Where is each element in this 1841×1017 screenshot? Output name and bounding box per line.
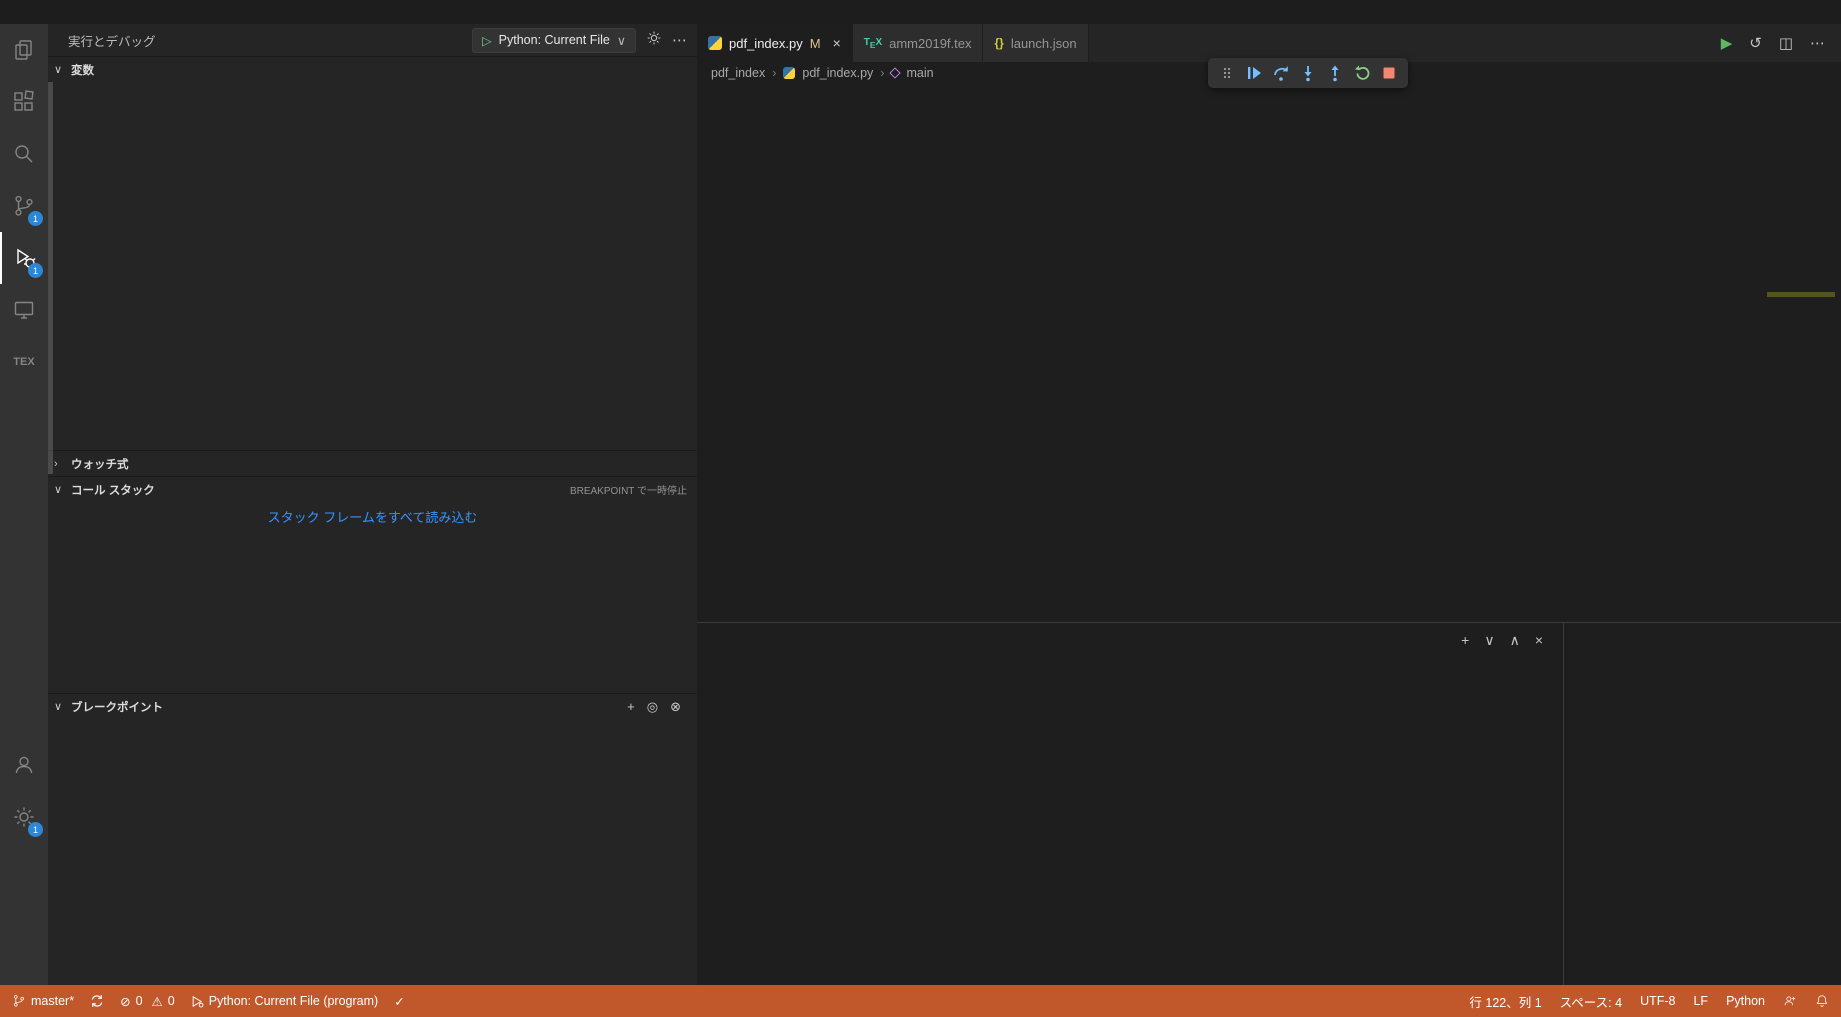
error-icon: ⊘ <box>120 994 130 1009</box>
timeline-history-icon[interactable]: ↺ <box>1749 34 1762 52</box>
variables-header-label: 変数 <box>71 62 94 78</box>
tab-label: launch.json <box>1011 36 1077 51</box>
chevron-right-icon: › <box>880 66 884 80</box>
code-editor[interactable] <box>697 84 1841 622</box>
debug-toolbar <box>1208 58 1408 88</box>
account-icon[interactable] <box>0 739 48 791</box>
section-chevron-icon: ∨ <box>54 700 66 713</box>
latex-workshop-icon[interactable]: TEX <box>0 336 48 388</box>
status-bar: master* ⊘0 ⚠0 Python: Current File (prog… <box>0 985 1841 1017</box>
explorer-icon[interactable] <box>0 24 48 76</box>
split-editor-icon[interactable]: ◫ <box>1779 34 1793 52</box>
settings-badge: 1 <box>28 822 43 837</box>
paused-on-breakpoint-note: BREAKPOINT で一時停止 <box>570 482 687 497</box>
problems-item[interactable]: ⊘0 ⚠0 <box>120 994 175 1009</box>
tex-file-icon: TEX <box>864 37 882 50</box>
python-file-icon <box>708 36 722 50</box>
feedback-icon[interactable] <box>1783 994 1797 1008</box>
section-chevron-icon: ∨ <box>54 483 66 496</box>
minimap[interactable] <box>1767 87 1835 619</box>
search-icon[interactable] <box>0 128 48 180</box>
maximize-panel-icon[interactable]: ∧ <box>1510 632 1520 649</box>
chevron-right-icon: › <box>772 66 776 80</box>
variables-list <box>48 82 697 450</box>
tab-pdf-index-py[interactable]: pdf_index.py M × <box>697 24 853 62</box>
debug-config-label: Python: Current File <box>499 33 610 47</box>
lint-status-icon: ✓ <box>394 994 404 1009</box>
menu-bar <box>0 0 1841 24</box>
watch-header-label: ウォッチ式 <box>71 456 129 472</box>
debug-sidebar: 実行とデバッグ ▷ Python: Current File ∨ ⋯ ∨ 変数 … <box>48 24 697 985</box>
variables-section-header[interactable]: ∨ 変数 <box>48 56 697 82</box>
close-icon[interactable]: × <box>833 35 841 51</box>
breakpoints-header-label: ブレークポイント <box>71 699 163 715</box>
tab-label: pdf_index.py <box>729 36 803 51</box>
breadcrumb-file[interactable]: pdf_index.py <box>802 66 873 80</box>
tab-amm2019f-tex[interactable]: TEX amm2019f.tex <box>853 24 984 62</box>
language-mode-item[interactable]: Python <box>1726 994 1765 1008</box>
breakpoints-section-header[interactable]: ∨ ブレークポイント + ◎ ⊗ <box>48 693 697 719</box>
encoding-item[interactable]: UTF-8 <box>1640 994 1675 1008</box>
indentation-item[interactable]: スペース: 4 <box>1560 992 1622 1011</box>
debug-settings-gear-icon[interactable] <box>646 30 662 50</box>
toolbar-drag-handle[interactable] <box>1215 61 1239 85</box>
terminal-list <box>1563 623 1841 985</box>
restart-icon[interactable] <box>1350 61 1374 85</box>
step-into-icon[interactable] <box>1296 61 1320 85</box>
bottom-panel: + ∨ ∧ × <box>697 622 1841 985</box>
cursor-position-item[interactable]: 行 122、列 1 <box>1469 992 1541 1011</box>
run-and-debug-icon[interactable]: 1 <box>0 232 48 284</box>
toggle-breakpoints-icon[interactable]: ◎ <box>647 699 658 715</box>
chevron-down-icon: ∨ <box>617 33 626 48</box>
watch-section-header[interactable]: › ウォッチ式 <box>48 450 697 476</box>
add-function-breakpoint-icon[interactable]: + <box>627 699 635 715</box>
sync-changes-icon[interactable] <box>90 994 104 1008</box>
tab-launch-json[interactable]: {} launch.json <box>983 24 1088 62</box>
run-python-file-icon[interactable]: ▶ <box>1721 34 1733 52</box>
section-chevron-icon: › <box>54 458 66 470</box>
terminal-output[interactable] <box>697 657 1563 985</box>
callstack-section-header[interactable]: ∨ コール スタック BREAKPOINT で一時停止 <box>48 476 697 502</box>
tab-label: amm2019f.tex <box>889 36 971 51</box>
extensions-icon[interactable] <box>0 76 48 128</box>
sidebar-title: 実行とデバッグ <box>68 31 156 50</box>
python-file-icon <box>783 67 795 79</box>
step-over-icon[interactable] <box>1269 61 1293 85</box>
continue-icon[interactable] <box>1242 61 1266 85</box>
modified-badge: M <box>810 36 821 51</box>
callstack-header-label: コール スタック <box>71 482 155 498</box>
notifications-bell-icon[interactable] <box>1815 994 1829 1008</box>
breadcrumb-root[interactable]: pdf_index <box>711 66 765 80</box>
sidebar-scrollbar[interactable] <box>48 82 53 474</box>
eol-item[interactable]: LF <box>1693 994 1708 1008</box>
warning-icon: ⚠ <box>152 994 163 1009</box>
load-all-stack-frames-link[interactable]: スタック フレームをすべて読み込む <box>48 502 697 530</box>
source-control-icon[interactable]: 1 <box>0 180 48 232</box>
close-panel-icon[interactable]: × <box>1535 632 1543 648</box>
editor-tab-bar: pdf_index.py M × TEX amm2019f.tex {} lau… <box>697 24 1841 62</box>
json-file-icon: {} <box>994 36 1003 50</box>
debug-session-item[interactable]: Python: Current File (program) <box>191 994 379 1008</box>
step-out-icon[interactable] <box>1323 61 1347 85</box>
debug-badge: 1 <box>28 263 43 278</box>
breadcrumb-symbol[interactable]: main <box>906 66 933 80</box>
settings-gear-icon[interactable]: 1 <box>0 791 48 843</box>
editor-zone: pdf_index.py M × TEX amm2019f.tex {} lau… <box>697 24 1841 985</box>
more-actions-icon[interactable]: ⋯ <box>672 31 687 49</box>
symbol-icon <box>890 67 901 78</box>
terminal-dropdown-icon[interactable]: ∨ <box>1484 632 1494 649</box>
stop-icon[interactable] <box>1377 61 1401 85</box>
activity-bar: 1 1 TEX 1 <box>0 24 48 985</box>
remote-explorer-icon[interactable] <box>0 284 48 336</box>
remove-all-breakpoints-icon[interactable]: ⊗ <box>670 699 681 715</box>
new-terminal-icon[interactable]: + <box>1461 632 1469 648</box>
panel-tab-bar: + ∨ ∧ × <box>697 623 1563 657</box>
git-branch-item[interactable]: master* <box>12 994 74 1008</box>
scm-badge: 1 <box>28 211 43 226</box>
start-debug-icon[interactable]: ▷ <box>482 33 492 48</box>
debug-config-dropdown[interactable]: ▷ Python: Current File ∨ <box>472 28 636 53</box>
section-chevron-icon: ∨ <box>54 63 66 76</box>
more-actions-icon[interactable]: ⋯ <box>1810 34 1825 52</box>
